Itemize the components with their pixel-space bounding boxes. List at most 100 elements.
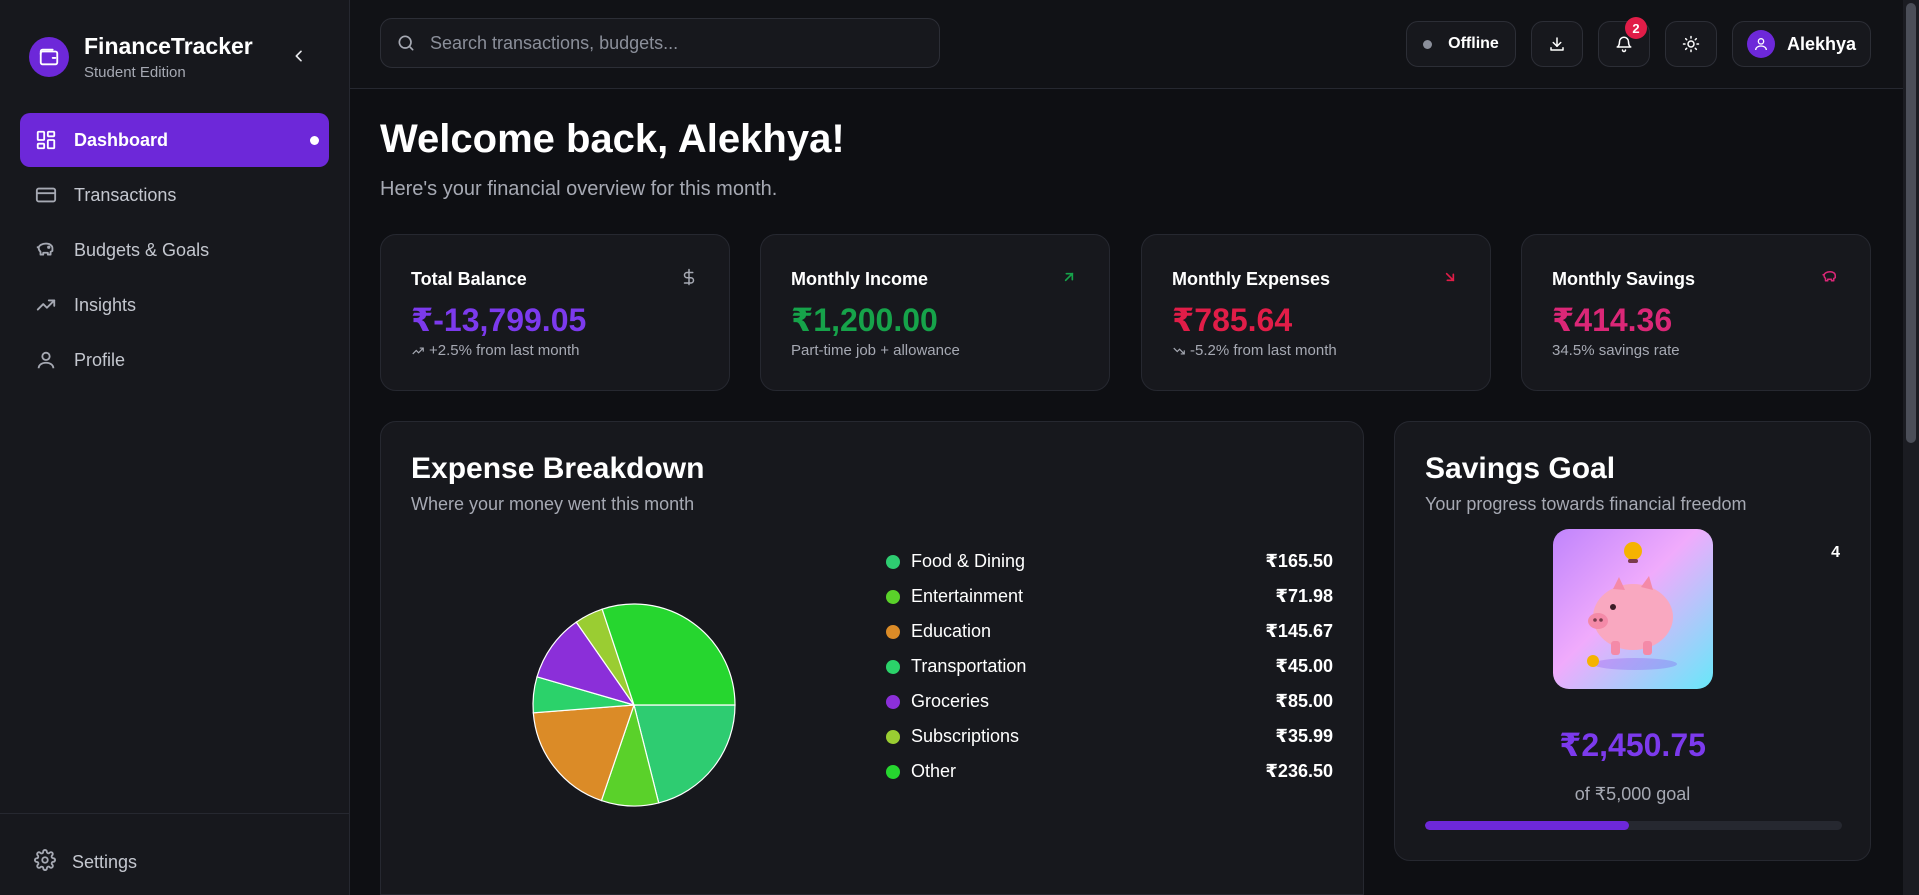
status-label: Offline (1448, 35, 1499, 52)
stat-value: ₹1,200.00 (791, 302, 938, 338)
legend-color-dot (886, 659, 900, 674)
sidebar-item-label: Insights (74, 294, 137, 315)
notifications-button[interactable]: 2 (1598, 17, 1650, 67)
piggy-bank-icon (1820, 267, 1840, 287)
legend-label: Subscriptions (911, 726, 1020, 746)
sidebar: FinanceTracker Student Edition Dashboard… (0, 0, 350, 895)
sidebar-item-profile[interactable]: Profile (20, 333, 329, 387)
dollar-icon (679, 267, 699, 287)
trending-up-icon (34, 293, 58, 317)
savings-goal-text: of ₹5,000 goal (1574, 784, 1691, 804)
sidebar-item-budgets-goals[interactable]: Budgets & Goals (20, 223, 329, 277)
legend-value: ₹71.98 (1275, 586, 1333, 606)
legend-item: Groceries ₹85.00 (886, 684, 1333, 719)
download-button[interactable] (1531, 21, 1583, 67)
legend-item: Other ₹236.50 (886, 754, 1333, 789)
monthly-savings-card: Monthly Savings ₹414.36 34.5% savings ra… (1521, 234, 1871, 391)
brand: FinanceTracker Student Edition (29, 33, 253, 81)
sidebar-item-label: Dashboard (74, 129, 169, 150)
user-menu-button[interactable]: Alekhya (1732, 21, 1871, 67)
savings-progress-fill (1425, 821, 1630, 830)
stat-subtext: 34.5% savings rate (1552, 342, 1680, 359)
savings-goal-panel: Savings Goal Your progress towards finan… (1394, 421, 1871, 861)
app-title: FinanceTracker (84, 33, 253, 59)
user-name: Alekhya (1787, 33, 1857, 54)
sidebar-item-label: Profile (74, 349, 126, 370)
legend-label: Other (911, 761, 957, 781)
offline-status-button[interactable]: Offline (1406, 21, 1516, 67)
sidebar-item-label: Settings (72, 851, 138, 872)
sidebar-item-settings[interactable]: Settings (20, 835, 329, 889)
stat-title: Monthly Expenses (1172, 269, 1331, 289)
legend-value: ₹85.00 (1275, 691, 1333, 711)
sidebar-nav: Dashboard Transactions Budgets & Goals I… (20, 113, 329, 388)
trending-up-icon (412, 347, 424, 354)
panel-title: Expense Breakdown (411, 452, 705, 485)
sidebar-divider (0, 813, 350, 814)
legend-value: ₹145.67 (1265, 621, 1333, 641)
legend-label: Entertainment (911, 586, 1024, 606)
topbar: Offline 2 Alekhya (350, 0, 1903, 89)
legend-value: ₹236.50 (1265, 761, 1333, 781)
notification-badge: 2 (1625, 17, 1647, 39)
collapse-sidebar-button[interactable] (287, 44, 311, 68)
panel-subtitle: Your progress towards financial freedom (1425, 494, 1747, 514)
stat-title: Total Balance (411, 269, 527, 289)
savings-amount: ₹2,450.75 (1559, 727, 1706, 763)
avatar (1747, 30, 1775, 58)
stat-subtext-label: -5.2% from last month (1190, 342, 1337, 359)
trending-down-icon (1173, 347, 1185, 354)
legend-color-dot (886, 554, 900, 569)
dashboard-icon (34, 128, 58, 152)
search-input[interactable] (430, 32, 910, 54)
wallet-icon (29, 37, 69, 77)
legend-value: ₹45.00 (1275, 656, 1333, 676)
stat-subtext: +2.5% from last month (411, 342, 579, 359)
arrow-up-right-icon (1059, 267, 1079, 287)
stat-subtext: Part-time job + allowance (791, 342, 960, 359)
sidebar-item-insights[interactable]: Insights (20, 278, 329, 332)
legend-item: Education ₹145.67 (886, 614, 1333, 649)
legend-color-dot (886, 729, 900, 744)
search-icon (398, 35, 414, 51)
page-title: Welcome back, Alekhya! (380, 117, 845, 161)
active-indicator-dot (310, 136, 319, 145)
panel-title: Savings Goal (1425, 452, 1616, 485)
scrollbar-thumb[interactable] (1906, 3, 1916, 443)
piggy-bank-image (1553, 529, 1713, 689)
expense-legend: Food & Dining ₹165.50 Entertainment ₹71.98 E… (886, 544, 1333, 789)
legend-value: ₹165.50 (1265, 551, 1333, 571)
total-balance-card: Total Balance ₹-13,799.05 +2.5% from las… (380, 234, 730, 391)
sidebar-item-label: Transactions (74, 184, 177, 205)
search-box (380, 18, 940, 68)
sun-icon (1682, 35, 1700, 53)
stat-value: ₹785.64 (1172, 302, 1293, 338)
stat-value: ₹414.36 (1552, 302, 1673, 338)
legend-value: ₹35.99 (1275, 726, 1333, 746)
legend-item: Entertainment ₹71.98 (886, 579, 1333, 614)
legend-item: Subscriptions ₹35.99 (886, 719, 1333, 754)
stat-subtext-label: 34.5% savings rate (1552, 342, 1680, 359)
download-icon (1550, 37, 1564, 51)
stat-subtext: -5.2% from last month (1172, 342, 1337, 359)
expense-pie-chart (532, 603, 736, 807)
legend-color-dot (886, 694, 900, 709)
chevron-left-icon (295, 50, 302, 62)
scrollbar[interactable] (1903, 0, 1919, 895)
monthly-income-card: Monthly Income ₹1,200.00 Part-time job +… (760, 234, 1110, 391)
app-edition: Student Edition (84, 64, 186, 81)
panel-subtitle: Where your money went this month (411, 494, 695, 514)
legend-color-dot (886, 764, 900, 779)
legend-color-dot (886, 589, 900, 604)
savings-progress-bar (1425, 821, 1842, 830)
legend-item: Transportation ₹45.00 (886, 649, 1333, 684)
stat-title: Monthly Savings (1552, 269, 1696, 289)
arrow-down-right-icon (1440, 267, 1460, 287)
status-dot (1423, 39, 1433, 49)
legend-label: Food & Dining (911, 551, 1026, 571)
sidebar-item-transactions[interactable]: Transactions (20, 168, 329, 222)
stat-value: ₹-13,799.05 (411, 302, 587, 338)
monthly-expenses-card: Monthly Expenses ₹785.64 -5.2% from last… (1141, 234, 1491, 391)
sidebar-item-dashboard[interactable]: Dashboard (20, 113, 329, 167)
theme-toggle-button[interactable] (1665, 21, 1717, 67)
